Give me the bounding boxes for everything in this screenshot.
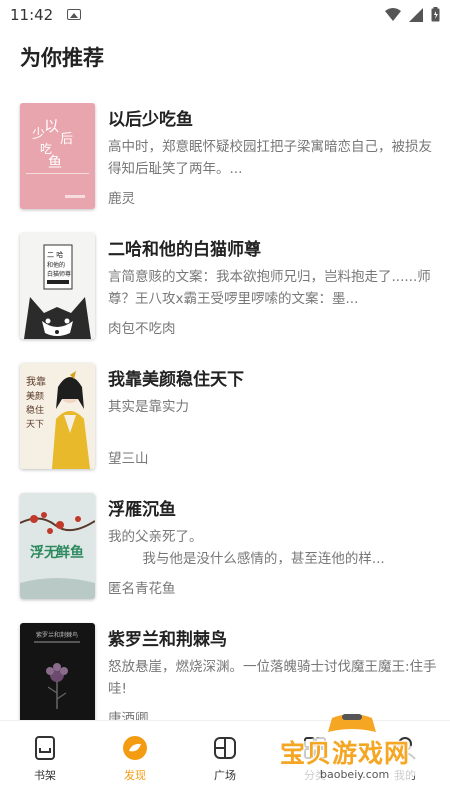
- svg-text:浮无: 浮无: [30, 544, 58, 561]
- tab-label: 书架: [34, 769, 56, 782]
- svg-text:紫罗兰和荆棘鸟: 紫罗兰和荆棘鸟: [36, 631, 78, 639]
- book-cover[interactable]: 少 以 后 吃 鱼: [20, 103, 95, 209]
- book-cover-art: 我靠 美颜 稳住 天下: [20, 363, 95, 469]
- svg-text:和他的: 和他的: [47, 261, 65, 269]
- book-cover[interactable]: 紫罗兰和荆棘鸟: [20, 623, 95, 720]
- tab-square[interactable]: 广场: [190, 735, 260, 791]
- book-cover[interactable]: 我靠 美颜 稳住 天下: [20, 363, 95, 469]
- book-title[interactable]: 二哈和他的白猫师尊: [108, 235, 261, 260]
- book-item[interactable]: 少 以 后 吃 鱼 以后少吃鱼 高中时，郑意眠怀疑校园扛把子梁寓暗恋自己，被损友…: [0, 103, 450, 213]
- book-cover[interactable]: 浮无 鲜鱼: [20, 493, 95, 599]
- svg-text:以: 以: [44, 117, 59, 135]
- gallery-notification-icon: [67, 9, 81, 20]
- book-author: 鹿灵: [108, 191, 135, 207]
- book-list[interactable]: 少 以 后 吃 鱼 以后少吃鱼 高中时，郑意眠怀疑校园扛把子梁寓暗恋自己，被损友…: [0, 103, 450, 720]
- tab-label: 广场: [214, 769, 236, 782]
- book-item[interactable]: 紫罗兰和荆棘鸟 紫罗兰和荆棘鸟 怒放悬崖，燃烧深渊。一位落魄骑士讨伐魔王魔王:住…: [0, 623, 450, 720]
- svg-text:稳住: 稳住: [26, 404, 44, 416]
- book-item[interactable]: 浮无 鲜鱼 浮雁沉鱼 我的父亲死了。 我与他是没什么感情的，甚至连他的样... …: [0, 493, 450, 603]
- svg-text:鲜鱼: 鲜鱼: [56, 544, 84, 561]
- page-title: 为你推荐: [20, 46, 104, 70]
- status-indicators: [385, 7, 440, 22]
- book-author: 望三山: [108, 451, 149, 467]
- book-author: 匿名青花鱼: [108, 581, 176, 597]
- svg-text:天下: 天下: [26, 420, 44, 430]
- watermark-text: 宝贝游戏网: [280, 739, 411, 768]
- signal-icon: [409, 7, 423, 22]
- book-author: 唐酒卿: [108, 711, 149, 720]
- svg-text:美颜: 美颜: [26, 390, 44, 402]
- book-description: 怒放悬崖，燃烧深渊。一位落魄骑士讨伐魔王魔王:住手哇!: [108, 659, 437, 697]
- tab-bookshelf[interactable]: 书架: [10, 735, 80, 791]
- tab-label: 发现: [124, 769, 146, 782]
- watermark-url: baobeiy.com: [320, 768, 390, 781]
- bookshelf-icon: [35, 736, 55, 760]
- book-description: 我的父亲死了。 我与他是没什么感情的，甚至连他的样...: [108, 529, 385, 567]
- book-cover-art: 二 哈 和他的 白猫师尊: [20, 233, 95, 339]
- book-title[interactable]: 我靠美颜稳住天下: [108, 365, 244, 390]
- book-cover-art: 紫罗兰和荆棘鸟: [20, 623, 95, 720]
- book-author: 肉包不吃肉: [108, 321, 176, 337]
- wifi-icon: [385, 7, 401, 21]
- watermark: 宝贝游戏网 baobeiy.com: [272, 712, 432, 794]
- book-title[interactable]: 以后少吃鱼: [108, 105, 193, 130]
- book-cover[interactable]: 二 哈 和他的 白猫师尊: [20, 233, 95, 339]
- book-description: 言简意赅的文案：我本欲抱师兄归，岂料抱走了......师尊？王八攻x霸王受啰里啰…: [108, 269, 431, 307]
- book-title[interactable]: 浮雁沉鱼: [108, 495, 176, 520]
- book-description: 其实是靠实力: [108, 399, 189, 415]
- svg-text:我靠: 我靠: [26, 375, 46, 388]
- book-cover-art: 浮无 鲜鱼: [20, 493, 95, 599]
- tab-discover[interactable]: 发现: [100, 735, 170, 791]
- discover-icon: [123, 736, 147, 760]
- square-icon: [214, 737, 236, 759]
- status-time: 11:42: [10, 6, 54, 24]
- svg-text:白猫师尊: 白猫师尊: [47, 270, 71, 278]
- book-item[interactable]: 我靠 美颜 稳住 天下 我靠美颜稳住天下 其实是靠实力 望三山: [0, 363, 450, 473]
- svg-text:后: 后: [60, 132, 73, 147]
- book-description: 高中时，郑意眠怀疑校园扛把子梁寓暗恋自己，被损友得知后耻笑了两年。...: [108, 139, 432, 177]
- status-bar: 11:42: [0, 0, 450, 30]
- book-cover-art: 少 以 后 吃 鱼: [20, 103, 95, 209]
- book-item[interactable]: 二 哈 和他的 白猫师尊 二哈和他的白猫师尊 言简意赅的文案：我本欲抱师兄归，岂…: [0, 233, 450, 343]
- book-title[interactable]: 紫罗兰和荆棘鸟: [108, 625, 227, 650]
- svg-text:二 哈: 二 哈: [47, 250, 63, 259]
- battery-icon: [431, 7, 440, 22]
- svg-text:鱼: 鱼: [48, 154, 62, 171]
- svg-text:吃: 吃: [40, 142, 52, 156]
